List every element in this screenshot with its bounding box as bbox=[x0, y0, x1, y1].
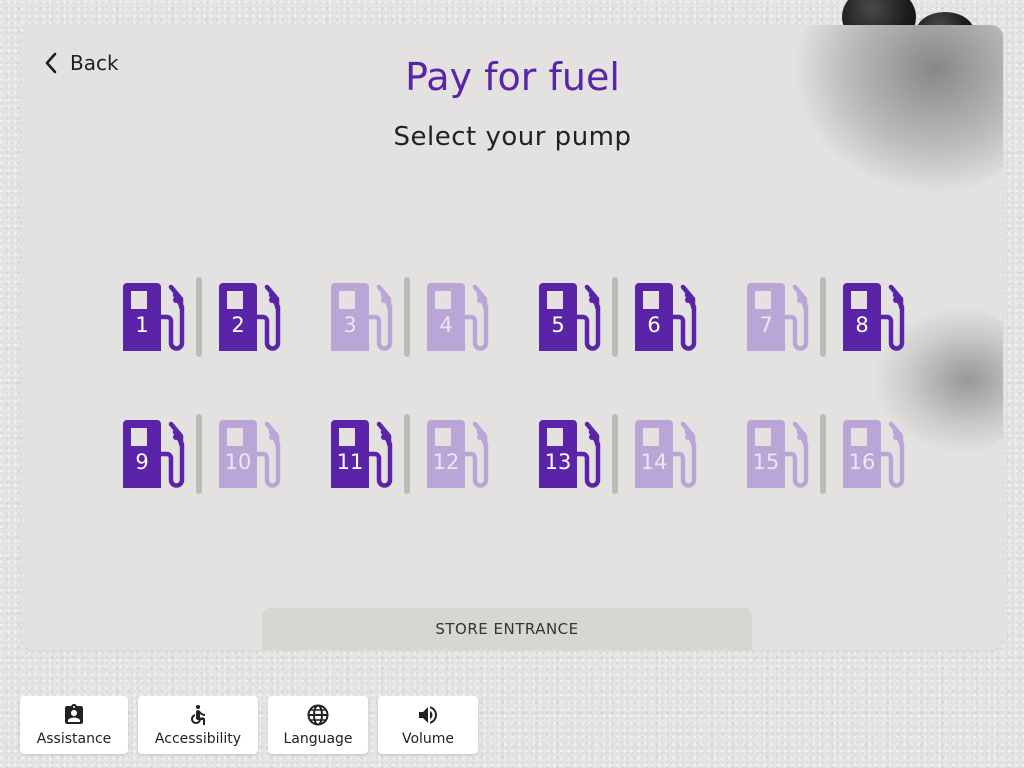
pump-number: 3 bbox=[343, 313, 357, 337]
pump-number: 5 bbox=[551, 313, 565, 337]
pump-2-button[interactable]: 2 bbox=[219, 283, 281, 351]
assistance-badge-icon bbox=[65, 704, 83, 724]
pump-1-button[interactable]: 1 bbox=[123, 283, 185, 351]
pump-number: 16 bbox=[848, 450, 876, 474]
pump-number: 8 bbox=[855, 313, 869, 337]
page-subtitle: Select your pump bbox=[393, 122, 632, 152]
pump-number: 13 bbox=[544, 450, 572, 474]
assistance-button[interactable]: Assistance bbox=[20, 696, 128, 754]
pump-island-divider bbox=[612, 414, 618, 494]
pump-number: 14 bbox=[640, 450, 668, 474]
volume-label: Volume bbox=[401, 731, 455, 747]
store-entrance-label: STORE ENTRANCE bbox=[262, 608, 752, 650]
pump-7-button[interactable]: 7 bbox=[747, 283, 809, 351]
pump-number: 2 bbox=[231, 313, 245, 337]
pump-16-button[interactable]: 16 bbox=[843, 420, 905, 488]
globe-icon bbox=[307, 704, 329, 726]
pump-island-divider bbox=[196, 414, 202, 494]
pump-10-button[interactable]: 10 bbox=[219, 420, 281, 488]
volume-icon bbox=[419, 706, 437, 724]
pump-14-button[interactable]: 14 bbox=[635, 420, 697, 488]
pump-island-divider bbox=[404, 277, 410, 357]
pump-number: 1 bbox=[135, 313, 149, 337]
pump-number: 11 bbox=[336, 450, 364, 474]
pump-4-button[interactable]: 4 bbox=[427, 283, 489, 351]
pump-13-button[interactable]: 13 bbox=[539, 420, 601, 488]
pump-number: 7 bbox=[759, 313, 773, 337]
pump-island-divider bbox=[404, 414, 410, 494]
language-label: Language bbox=[283, 731, 353, 747]
pump-number: 10 bbox=[224, 450, 252, 474]
assistance-label: Assistance bbox=[36, 731, 112, 747]
volume-button[interactable]: Volume bbox=[378, 696, 478, 754]
pump-number: 15 bbox=[752, 450, 780, 474]
pump-12-button[interactable]: 12 bbox=[427, 420, 489, 488]
pump-5-button[interactable]: 5 bbox=[539, 283, 601, 351]
pump-island-divider bbox=[820, 277, 826, 357]
main-panel: Back Pay for fuel Select your pump 12345… bbox=[22, 25, 1003, 650]
page-title: Pay for fuel bbox=[405, 55, 620, 99]
pump-11-button[interactable]: 11 bbox=[331, 420, 393, 488]
pump-island-divider bbox=[196, 277, 202, 357]
pump-number: 12 bbox=[432, 450, 460, 474]
pump-number: 9 bbox=[135, 450, 149, 474]
accessibility-label: Accessibility bbox=[154, 731, 242, 747]
pump-6-button[interactable]: 6 bbox=[635, 283, 697, 351]
pump-number: 6 bbox=[647, 313, 661, 337]
language-button[interactable]: Language bbox=[268, 696, 368, 754]
pump-island-divider bbox=[612, 277, 618, 357]
pump-9-button[interactable]: 9 bbox=[123, 420, 185, 488]
decorative-shadow bbox=[792, 25, 1003, 195]
pump-island-divider bbox=[820, 414, 826, 494]
pump-8-button[interactable]: 8 bbox=[843, 283, 905, 351]
pump-number: 4 bbox=[439, 313, 453, 337]
pump-15-button[interactable]: 15 bbox=[747, 420, 809, 488]
pump-3-button[interactable]: 3 bbox=[331, 283, 393, 351]
accessibility-button[interactable]: Accessibility bbox=[138, 696, 258, 754]
accessibility-icon bbox=[191, 705, 205, 725]
